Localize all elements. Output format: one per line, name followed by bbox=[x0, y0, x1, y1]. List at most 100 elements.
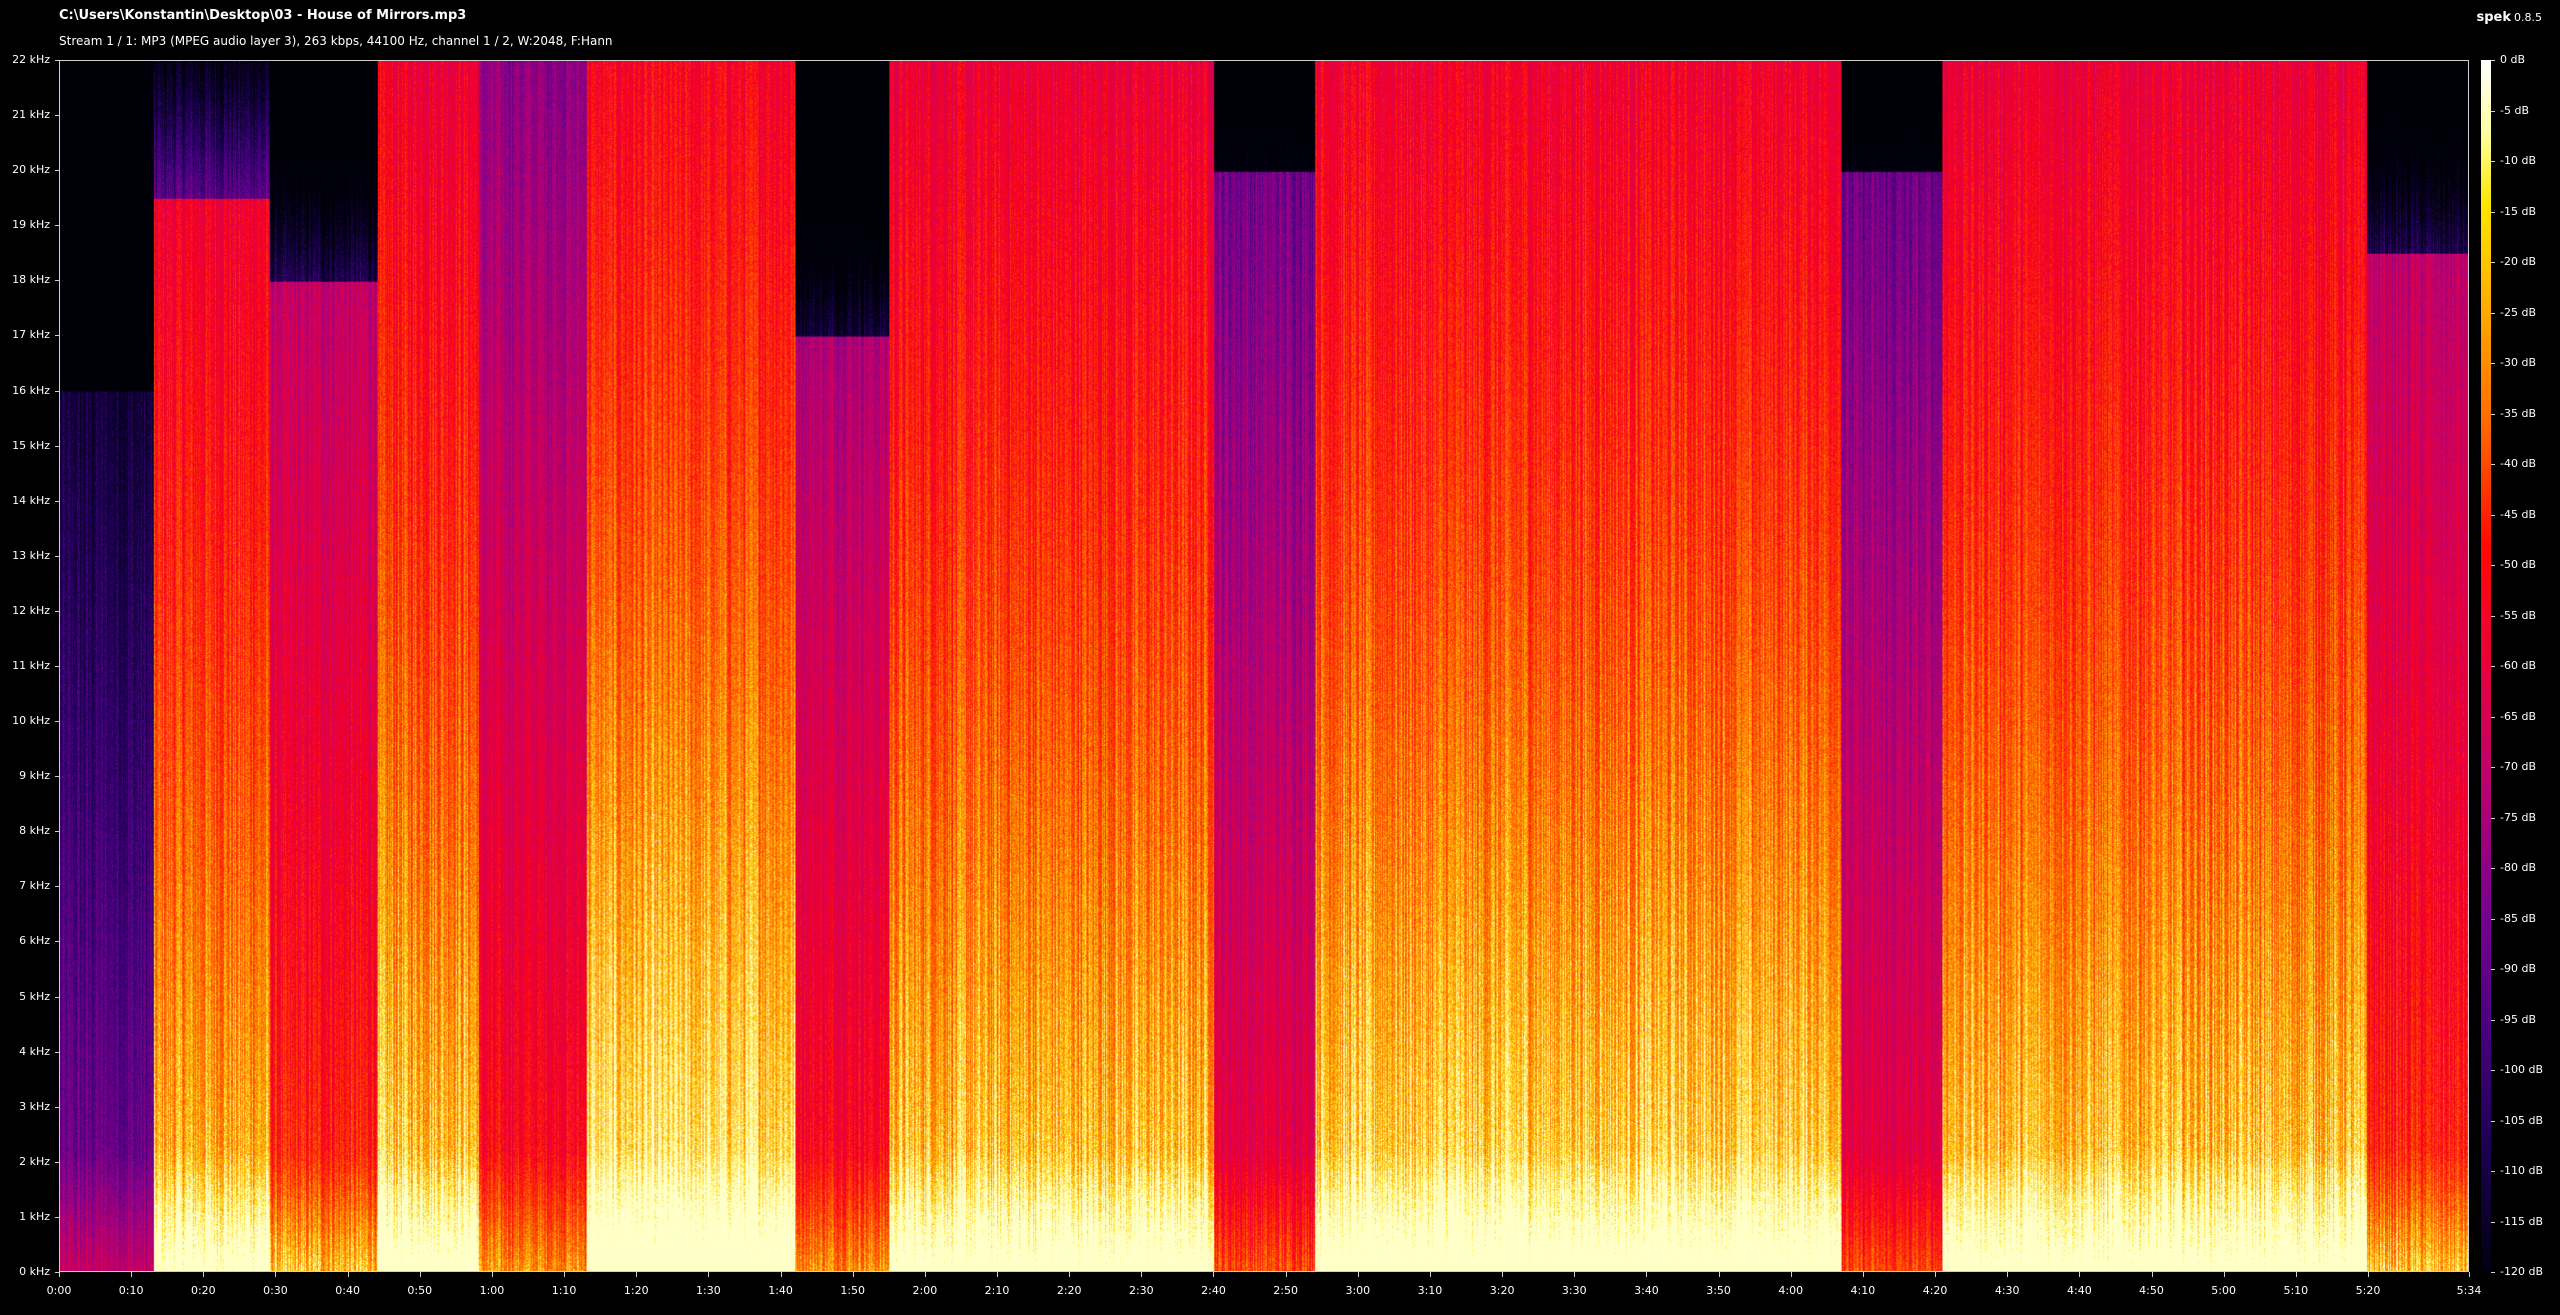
db-tick-label: 0 dB bbox=[2500, 53, 2526, 66]
time-tick bbox=[2007, 1272, 2009, 1277]
frequency-tick bbox=[55, 1106, 59, 1108]
frequency-tick-label: 13 kHz bbox=[12, 548, 50, 562]
frequency-tick bbox=[55, 445, 59, 447]
time-tick bbox=[636, 1272, 638, 1277]
time-tick-label: 2:00 bbox=[912, 1284, 938, 1297]
time-tick bbox=[1069, 1272, 1071, 1277]
time-tick bbox=[2367, 1272, 2369, 1277]
frequency-tick bbox=[55, 941, 59, 943]
db-tick-label: -95 dB bbox=[2500, 1012, 2536, 1026]
db-tick bbox=[2491, 1171, 2495, 1172]
time-tick bbox=[1790, 1272, 1792, 1277]
spectrogram-plot[interactable] bbox=[59, 60, 2469, 1272]
db-tick-label: -30 dB bbox=[2500, 356, 2536, 369]
frequency-tick-label: 3 kHz bbox=[19, 1099, 50, 1113]
time-tick-label: 2:10 bbox=[984, 1284, 1010, 1297]
frequency-tick bbox=[55, 610, 59, 612]
frequency-tick-label: 1 kHz bbox=[19, 1209, 50, 1223]
frequency-tick bbox=[55, 1161, 59, 1163]
time-tick-label: 0:40 bbox=[335, 1284, 360, 1297]
frequency-tick-label: 21 kHz bbox=[12, 108, 50, 122]
frequency-tick-label: 4 kHz bbox=[19, 1044, 50, 1058]
time-tick-label: 3:30 bbox=[1561, 1284, 1587, 1297]
frequency-tick bbox=[55, 886, 59, 888]
time-tick bbox=[1213, 1272, 1215, 1277]
db-tick-label: -55 dB bbox=[2500, 608, 2536, 622]
db-tick-label: -50 dB bbox=[2500, 558, 2536, 571]
db-tick-label: -10 dB bbox=[2500, 154, 2536, 167]
time-tick-label: 4:00 bbox=[1778, 1284, 1804, 1297]
db-tick bbox=[2491, 464, 2495, 465]
db-tick-label: -105 dB bbox=[2500, 1113, 2543, 1127]
time-tick-label: 2:50 bbox=[1273, 1284, 1298, 1297]
db-tick bbox=[2491, 514, 2495, 516]
frequency-tick-label: 17 kHz bbox=[12, 328, 50, 342]
db-color-scale bbox=[2481, 60, 2491, 1272]
time-tick-label: 5:20 bbox=[2355, 1284, 2381, 1297]
frequency-tick bbox=[55, 831, 59, 833]
db-tick bbox=[2491, 817, 2495, 819]
frequency-tick bbox=[55, 280, 59, 282]
db-tick bbox=[2491, 868, 2495, 869]
db-tick-label: -85 dB bbox=[2500, 911, 2536, 925]
db-tick bbox=[2491, 161, 2495, 162]
frequency-tick-label: 11 kHz bbox=[12, 659, 50, 672]
frequency-tick-label: 7 kHz bbox=[19, 879, 50, 893]
db-tick-label: -60 dB bbox=[2500, 659, 2536, 672]
db-tick-label: -90 dB bbox=[2500, 962, 2536, 975]
db-tick-label: -40 dB bbox=[2500, 457, 2536, 470]
time-tick bbox=[59, 1272, 60, 1277]
time-tick bbox=[2295, 1272, 2297, 1277]
frequency-tick bbox=[55, 776, 59, 778]
db-tick-label: -45 dB bbox=[2500, 507, 2536, 521]
frequency-tick-label: 5 kHz bbox=[19, 989, 50, 1003]
time-tick bbox=[275, 1272, 277, 1277]
time-tick bbox=[1574, 1272, 1576, 1277]
frequency-tick bbox=[55, 555, 59, 557]
db-tick bbox=[2491, 363, 2495, 364]
db-tick-label: -75 dB bbox=[2500, 810, 2536, 824]
time-tick-label: 3:20 bbox=[1489, 1284, 1515, 1297]
time-tick-label: 1:20 bbox=[623, 1284, 649, 1297]
time-tick bbox=[347, 1272, 349, 1277]
db-tick-label: -100 dB bbox=[2500, 1063, 2543, 1076]
time-tick-label: 1:00 bbox=[479, 1284, 505, 1297]
time-tick-label: 3:00 bbox=[1345, 1284, 1371, 1297]
time-tick-label: 3:40 bbox=[1634, 1284, 1659, 1297]
frequency-tick-label: 16 kHz bbox=[12, 383, 50, 397]
time-tick bbox=[1357, 1272, 1359, 1277]
time-tick bbox=[924, 1272, 926, 1277]
spectrogram-canvas[interactable] bbox=[60, 61, 2468, 1271]
time-tick bbox=[2469, 1272, 2470, 1277]
db-tick-label: -15 dB bbox=[2500, 204, 2536, 218]
db-tick-label: -25 dB bbox=[2500, 305, 2536, 319]
time-tick bbox=[2151, 1272, 2153, 1277]
db-tick bbox=[2491, 110, 2495, 112]
db-tick-label: -70 dB bbox=[2500, 760, 2536, 773]
time-tick bbox=[1141, 1272, 1143, 1277]
time-tick bbox=[1935, 1272, 1937, 1277]
db-tick bbox=[2491, 716, 2495, 718]
time-tick bbox=[2079, 1272, 2081, 1277]
frequency-tick-label: 6 kHz bbox=[19, 934, 50, 948]
time-tick bbox=[1429, 1272, 1431, 1277]
time-tick bbox=[491, 1272, 493, 1277]
db-tick bbox=[2491, 60, 2495, 61]
time-tick-label: 0:00 bbox=[46, 1284, 72, 1297]
db-tick-label: -5 dB bbox=[2500, 103, 2529, 117]
frequency-tick bbox=[55, 721, 59, 723]
frequency-tick bbox=[55, 115, 59, 117]
time-tick bbox=[1646, 1272, 1648, 1277]
db-tick bbox=[2491, 666, 2495, 667]
frequency-tick-label: 12 kHz bbox=[12, 603, 50, 617]
frequency-tick bbox=[55, 996, 59, 998]
db-tick bbox=[2491, 918, 2495, 920]
time-tick-label: 2:30 bbox=[1128, 1284, 1154, 1297]
db-tick bbox=[2491, 211, 2495, 213]
frequency-tick-label: 20 kHz bbox=[12, 163, 50, 177]
app-version: 0.8.5 bbox=[2514, 11, 2542, 24]
time-tick-label: 1:50 bbox=[840, 1284, 866, 1297]
time-tick bbox=[564, 1272, 566, 1277]
time-tick bbox=[708, 1272, 710, 1277]
time-tick bbox=[1718, 1272, 1720, 1277]
